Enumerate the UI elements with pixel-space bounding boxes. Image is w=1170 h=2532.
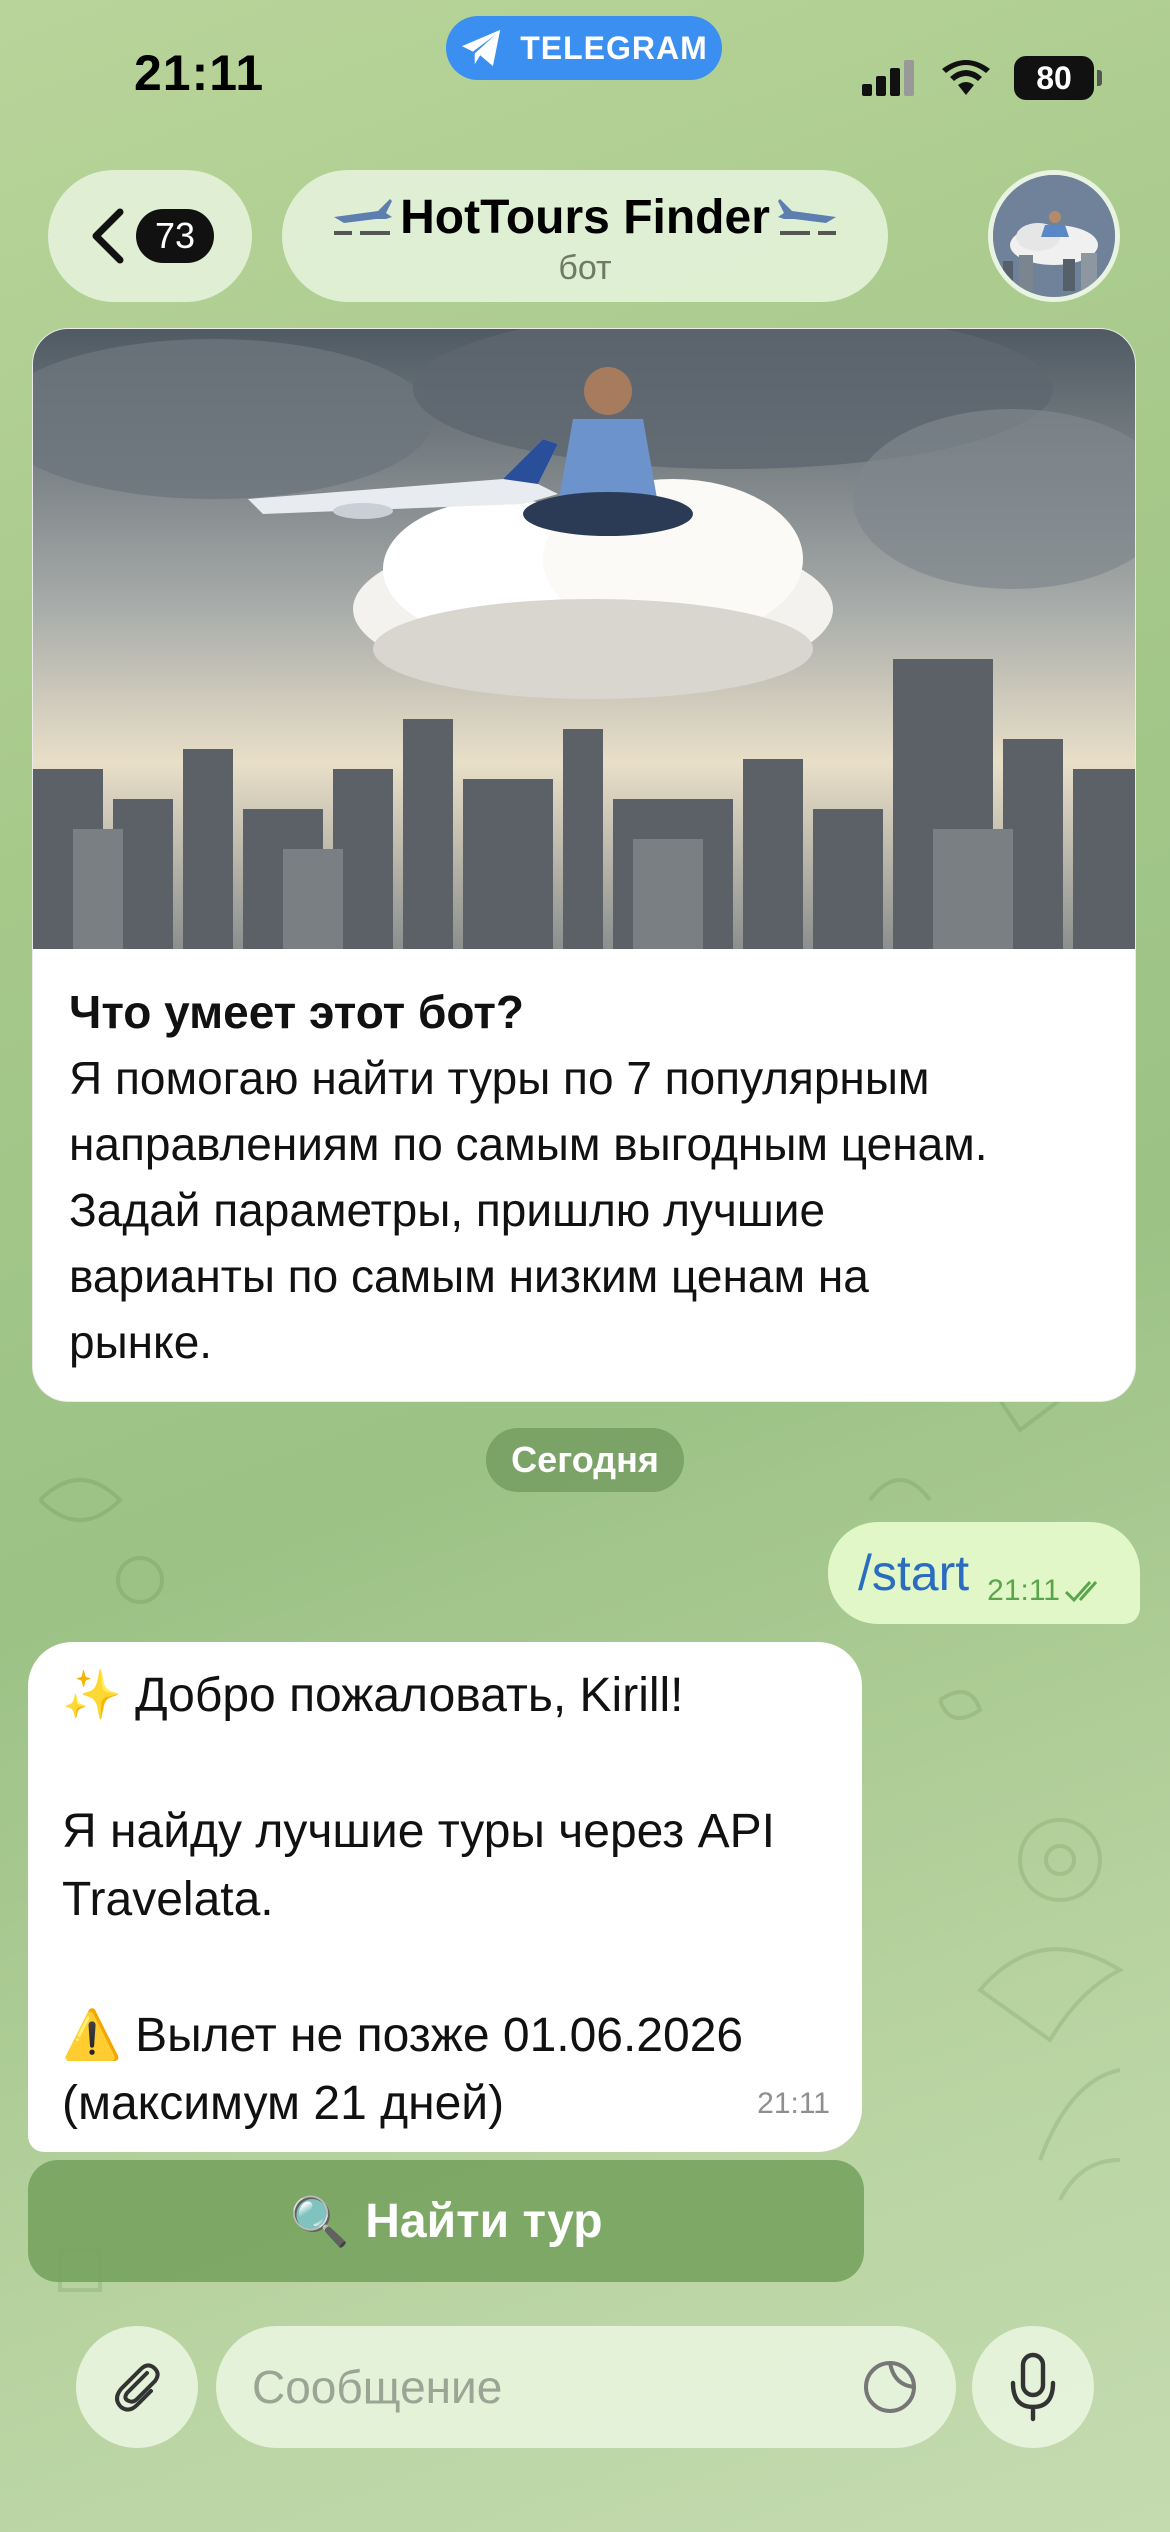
bot-description-line: направлениям по самым выгодным ценам.	[69, 1118, 988, 1170]
telegram-pill-label: TELEGRAM	[520, 29, 708, 66]
magnifier-icon: 🔍	[289, 2195, 350, 2249]
message-input[interactable]	[252, 2360, 860, 2414]
chat-title: HotTours Finder	[400, 191, 770, 244]
attach-icon	[115, 2363, 160, 2412]
bot-description-line: Я помогаю найти туры по 7 популярным	[69, 1052, 930, 1104]
bot-avatar[interactable]	[988, 170, 1120, 302]
wifi-icon	[942, 60, 990, 95]
message-meta: 21:11	[987, 1574, 1108, 1608]
find-tour-button[interactable]: 🔍 Найти тур	[28, 2160, 864, 2282]
message-line: Я найду лучшие туры через API	[62, 1805, 775, 1858]
message-time: 21:11	[987, 1574, 1060, 1607]
telegram-app-pill[interactable]: TELEGRAM	[446, 16, 722, 80]
signal-icon	[862, 60, 914, 96]
find-tour-button-label: Найти тур	[365, 2194, 603, 2248]
message-line: ⚠️ Вылет не позже 01.06.2026	[62, 2009, 744, 2062]
sticker-icon[interactable]	[860, 2357, 920, 2417]
avatar-image	[993, 175, 1115, 297]
status-time: 21:11	[134, 45, 265, 101]
message-line: Travelata.	[62, 1873, 274, 1926]
message-line: (максимум 21 дней)	[62, 2077, 505, 2130]
message-line	[62, 1730, 828, 1798]
microphone-button[interactable]	[972, 2326, 1094, 2448]
bot-description-line: рынке.	[69, 1316, 213, 1368]
incoming-message[interactable]: ✨ Добро пожаловать, Kirill! Я найду лучш…	[28, 1642, 862, 2152]
bot-description-line: Задай параметры, пришлю лучшие	[69, 1184, 826, 1236]
airplane-icon	[777, 198, 836, 235]
message-time: 21:11	[757, 2087, 830, 2120]
chat-title-button[interactable]: HotTours Finder бот	[282, 170, 888, 302]
bot-description-card: Что умеет этот бот? Я помогаю найти туры…	[32, 328, 1136, 1402]
back-button[interactable]: 73	[48, 170, 252, 302]
attach-button[interactable]	[76, 2326, 198, 2448]
telegram-plane-icon	[462, 29, 501, 67]
message-composer[interactable]	[216, 2326, 956, 2448]
message-line	[62, 1934, 828, 2002]
date-divider: Сегодня	[486, 1428, 684, 1492]
bot-description-title: Что умеет этот бот?	[69, 986, 524, 1038]
status-icons: 80	[862, 56, 1102, 100]
microphone-icon	[1010, 2352, 1056, 2422]
outgoing-message[interactable]: /start 21:11	[828, 1522, 1140, 1624]
double-check-icon	[1064, 1581, 1098, 1603]
airplane-icon	[334, 198, 393, 235]
bot-cover-image	[33, 329, 1135, 949]
unread-count-badge: 73	[136, 209, 214, 263]
message-line: ✨ Добро пожаловать, Kirill!	[62, 1669, 684, 1722]
bot-description-line: варианты по самым низким ценам на	[69, 1250, 869, 1302]
battery-indicator: 80	[1014, 56, 1102, 100]
chat-subtitle: бот	[558, 249, 612, 287]
outgoing-message-text[interactable]: /start	[858, 1544, 969, 1602]
chevron-left-icon	[92, 208, 124, 264]
